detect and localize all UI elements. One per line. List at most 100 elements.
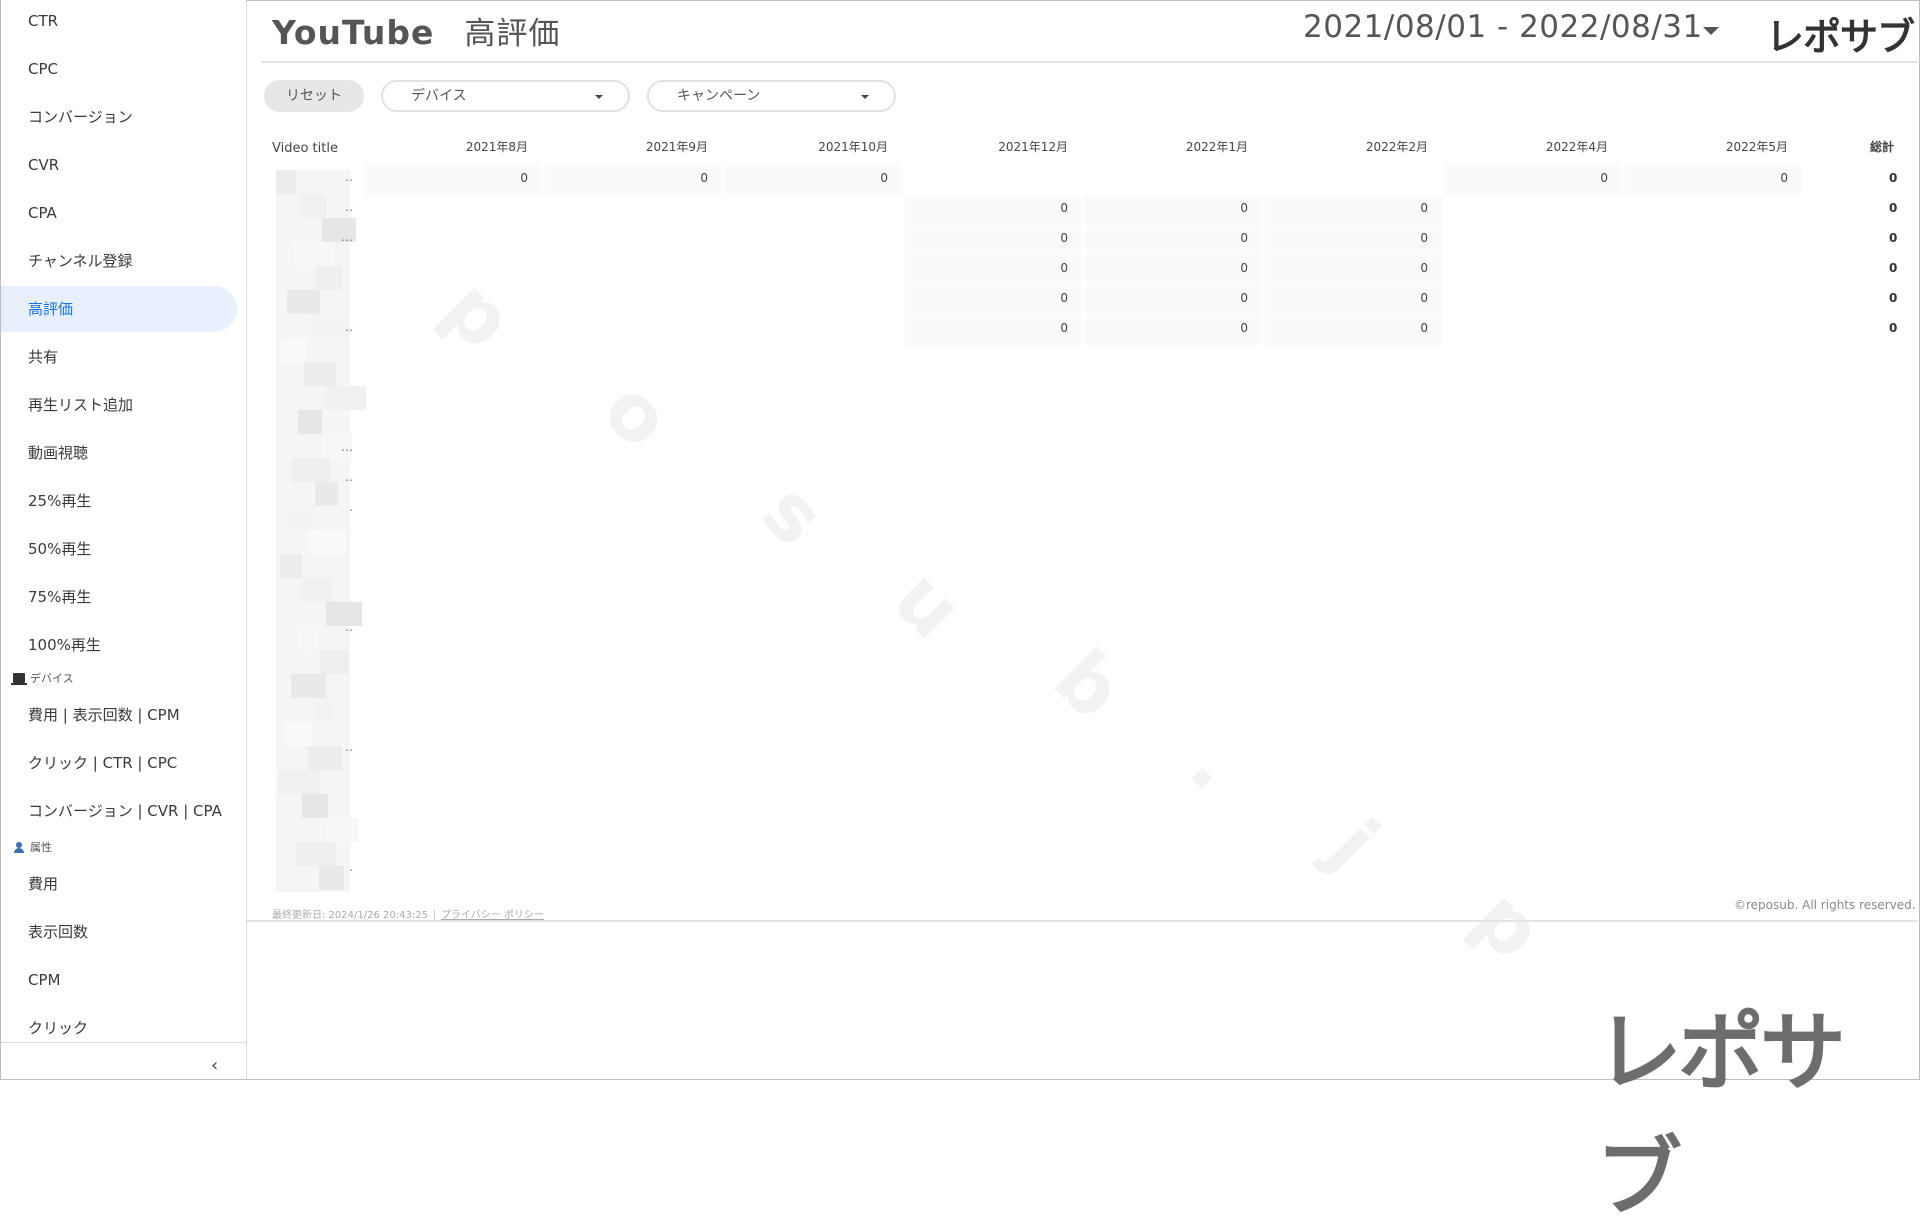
table-cell: 0 xyxy=(1240,291,1248,305)
page-title-metric: 高評価 xyxy=(464,16,561,52)
campaign-filter-label: キャンペーン xyxy=(677,88,761,104)
video-title-cell[interactable] xyxy=(271,530,353,552)
table-header: Video title 2021年8月 2021年9月 2021年10月 2021年1… xyxy=(0,138,1920,158)
header-divider xyxy=(262,61,1917,63)
table-cell: 0 xyxy=(1240,261,1248,275)
table-cell: 0 xyxy=(1420,261,1428,275)
sidebar-section-attribute: 属性 xyxy=(13,839,52,857)
date-range-picker[interactable]: 2021/08/01 - 2022/08/31 xyxy=(1303,9,1703,45)
column-header-month[interactable]: 2021年9月 xyxy=(638,138,708,155)
row-total-cell: 0 xyxy=(1889,291,1898,305)
column-header-month[interactable]: 2022年4月 xyxy=(1538,138,1608,155)
sidebar-item[interactable]: 75%再生 xyxy=(1,574,237,620)
table-cell: 0 xyxy=(880,171,888,185)
sidebar-footer: ‹ xyxy=(1,1042,246,1080)
sidebar-section-title: 属性 xyxy=(30,841,52,854)
device-filter-label: デバイス xyxy=(411,88,467,104)
video-title-cell[interactable] xyxy=(271,830,353,852)
column-header-video-title[interactable]: Video title xyxy=(272,141,338,156)
table-cell: 0 xyxy=(520,171,528,185)
video-title-cell[interactable] xyxy=(271,290,353,312)
sidebar-item[interactable]: 高評価 xyxy=(1,286,237,332)
sidebar-section-device: デバイス xyxy=(11,670,74,688)
sidebar-item[interactable]: CPC xyxy=(1,46,237,92)
video-title-cell[interactable]: ‥ xyxy=(271,620,353,642)
table-cell: 0 xyxy=(1060,261,1068,275)
caret-down-icon xyxy=(861,95,869,99)
video-title-cell[interactable] xyxy=(271,650,353,672)
sidebar-item[interactable]: コンバージョン xyxy=(1,94,237,140)
table-cell: 0 xyxy=(1420,321,1428,335)
video-title-cell[interactable]: ‥ xyxy=(271,200,353,222)
video-title-cell[interactable]: ‥ xyxy=(271,320,353,342)
video-title-cell[interactable] xyxy=(271,350,353,372)
video-title-cell[interactable] xyxy=(271,770,353,792)
sidebar-item[interactable]: CPM xyxy=(1,957,237,1003)
brand-logo: レポサブ xyxy=(1766,15,1915,59)
person-icon xyxy=(13,842,25,853)
caret-down-icon xyxy=(595,95,603,99)
page-title: YouTube 高評価 xyxy=(272,8,560,53)
collapse-sidebar-icon[interactable]: ‹ xyxy=(211,1057,218,1075)
video-title-cell[interactable]: ‥ xyxy=(271,170,353,192)
video-title-cell[interactable]: … xyxy=(271,440,353,462)
video-title-cell[interactable]: . xyxy=(271,860,353,882)
sidebar-item[interactable]: 費用 xyxy=(1,861,237,907)
column-header-month[interactable]: 2022年2月 xyxy=(1358,138,1428,155)
table-cell: 0 xyxy=(1420,201,1428,215)
table-cell: 0 xyxy=(1240,231,1248,245)
sidebar-item[interactable]: クリック | CTR | CPC xyxy=(1,740,237,786)
table-cell: 0 xyxy=(1420,291,1428,305)
sidebar-item[interactable]: コンバージョン | CVR | CPA xyxy=(1,788,237,834)
table-cell: 0 xyxy=(1600,171,1608,185)
table-cell: 0 xyxy=(1420,231,1428,245)
sidebar-item[interactable]: CPA xyxy=(1,190,237,236)
video-title-cell[interactable]: ‥ xyxy=(271,740,353,762)
column-header-month[interactable]: 2022年5月 xyxy=(1718,138,1788,155)
row-total-cell: 0 xyxy=(1889,171,1898,185)
campaign-filter-dropdown[interactable]: キャンペーン xyxy=(647,80,896,112)
device-filter-dropdown[interactable]: デバイス xyxy=(381,80,630,112)
sidebar-section-title: デバイス xyxy=(30,672,74,685)
page-title-platform: YouTube xyxy=(272,13,435,52)
table-cell: 0 xyxy=(1060,201,1068,215)
video-title-cell[interactable]: ‥ xyxy=(271,470,353,492)
video-title-cell[interactable] xyxy=(271,680,353,702)
column-header-total[interactable]: 総計 xyxy=(1870,138,1894,155)
column-header-month[interactable]: 2021年10月 xyxy=(818,138,888,155)
video-title-cell[interactable]: … xyxy=(271,230,353,252)
video-title-cell[interactable] xyxy=(271,800,353,822)
sidebar-item[interactable]: 25%再生 xyxy=(1,478,237,524)
table-cell: 0 xyxy=(700,171,708,185)
reset-button[interactable]: リセット xyxy=(264,80,364,112)
video-title-cell[interactable]: . xyxy=(271,500,353,522)
video-title-cell[interactable] xyxy=(271,560,353,582)
column-header-month[interactable]: 2021年8月 xyxy=(458,138,528,155)
video-title-cell[interactable] xyxy=(271,710,353,732)
chevron-down-icon[interactable] xyxy=(1703,27,1719,35)
sidebar-item[interactable]: 共有 xyxy=(1,334,237,380)
sidebar-item[interactable]: 動画視聴 xyxy=(1,430,237,476)
copyright: ©reposub. All rights reserved. xyxy=(1734,898,1916,912)
video-title-cell[interactable] xyxy=(271,590,353,612)
sidebar-item[interactable]: 費用 | 表示回数 | CPM xyxy=(1,692,237,738)
row-total-cell: 0 xyxy=(1889,321,1898,335)
last-updated: 最終更新日: 2024/1/26 20:43:25 プライバシー ポリシー xyxy=(272,906,544,921)
sidebar-item[interactable]: CTR xyxy=(1,0,237,44)
column-header-month[interactable]: 2021年12月 xyxy=(998,138,1068,155)
sidebar-item[interactable]: 表示回数 xyxy=(1,909,237,955)
column-header-month[interactable]: 2022年1月 xyxy=(1178,138,1248,155)
video-title-cell[interactable] xyxy=(271,260,353,282)
table-cell: 0 xyxy=(1240,201,1248,215)
sidebar-item[interactable]: 100%再生 xyxy=(1,622,237,668)
footer-divider xyxy=(247,920,1918,922)
sidebar-item[interactable]: 再生リスト追加 xyxy=(1,382,237,428)
sidebar-item[interactable]: チャンネル登録 xyxy=(1,238,237,284)
brand-logo-large: レポサブ xyxy=(1596,1003,1846,1228)
table-cell: 0 xyxy=(1060,291,1068,305)
row-total-cell: 0 xyxy=(1889,231,1898,245)
video-title-cell[interactable] xyxy=(271,410,353,432)
sidebar-item[interactable]: クリック xyxy=(1,1005,237,1042)
video-title-cell[interactable] xyxy=(271,380,353,402)
sidebar-item[interactable]: 50%再生 xyxy=(1,526,237,572)
